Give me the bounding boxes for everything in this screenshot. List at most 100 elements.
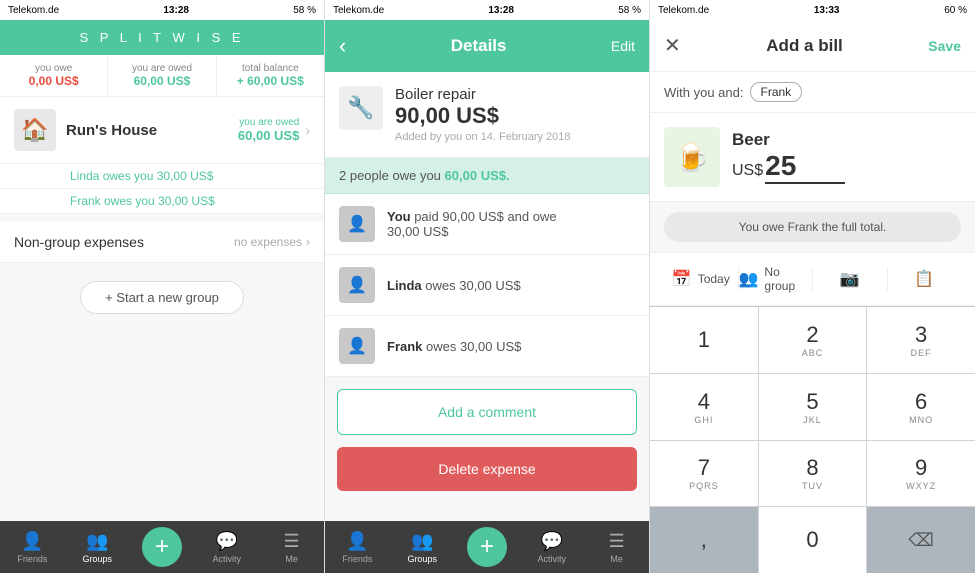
group-item-runs-house[interactable]: 🏠 Run's House you are owed 60,00 US$ › xyxy=(0,97,324,164)
total-balance-cell: total balance + 60,00 US$ xyxy=(217,55,324,96)
nav-me-1[interactable]: ☰ Me xyxy=(259,521,324,573)
person-row-you: 👤 You paid 90,00 US$ and owe30,00 US$ xyxy=(325,194,649,255)
app-name: S P L I T W I S E xyxy=(79,30,244,45)
nav-groups-label-2: Groups xyxy=(407,554,437,564)
camera-meta[interactable]: 📷 xyxy=(813,265,887,293)
numpad-9[interactable]: 9 WXYZ xyxy=(867,441,975,507)
numpad-letters-5: JKL xyxy=(803,415,822,425)
friend-linda: Linda owes you 30,00 US$ xyxy=(0,164,324,189)
friends-icon: 👤 xyxy=(21,531,43,552)
numpad-7[interactable]: 7 PQRS xyxy=(650,441,758,507)
nav-groups-2[interactable]: 👥 Groups xyxy=(390,521,455,573)
save-button[interactable]: Save xyxy=(928,38,961,54)
numpad-1[interactable]: 1 xyxy=(650,307,758,373)
avatar-you: 👤 xyxy=(339,206,375,242)
group-icon: 🏠 xyxy=(14,109,56,151)
friend-frank-amount: 30,00 US$ xyxy=(158,194,215,208)
nav-friends-1[interactable]: 👤 Friends xyxy=(0,521,65,573)
group-right: you are owed 60,00 US$ xyxy=(238,117,299,143)
time-2: 13:28 xyxy=(488,5,514,16)
details-header: ‹ Details Edit xyxy=(325,20,649,72)
numpad-6[interactable]: 6 MNO xyxy=(867,374,975,440)
note-meta[interactable]: 📋 xyxy=(888,265,962,293)
you-owe-label: you owe xyxy=(6,63,101,74)
activity-icon-2: 💬 xyxy=(541,531,563,552)
owed-banner: 2 people owe you 60,00 US$. xyxy=(325,158,649,194)
nav-add-2[interactable]: + xyxy=(455,521,520,573)
you-owe-message: You owe Frank the full total. xyxy=(664,212,961,242)
numpad-backspace[interactable]: ⌫ xyxy=(867,507,975,573)
nav-groups-1[interactable]: 👥 Groups xyxy=(65,521,130,573)
you-are-owed-amount: 60,00 US$ xyxy=(114,74,209,88)
add-comment-button[interactable]: Add a comment xyxy=(337,389,637,435)
add-button-1[interactable]: + xyxy=(142,527,182,567)
numpad-letters-6: MNO xyxy=(909,415,933,425)
chevron-right-icon-2: › xyxy=(306,235,310,249)
numpad-digit-2: 2 xyxy=(806,322,818,348)
person-text-you: You paid 90,00 US$ and owe30,00 US$ xyxy=(387,209,557,239)
person-text-linda: Linda owes 30,00 US$ xyxy=(387,278,521,293)
you-owe-cell: you owe 0,00 US$ xyxy=(0,55,108,96)
balance-row: you owe 0,00 US$ you are owed 60,00 US$ … xyxy=(0,55,324,97)
numpad-digit-comma: , xyxy=(701,527,707,553)
bill-amount-input[interactable] xyxy=(765,150,845,184)
note-icon: 📋 xyxy=(914,269,934,289)
close-button[interactable]: ✕ xyxy=(664,33,681,58)
nav-activity-1[interactable]: 💬 Activity xyxy=(194,521,259,573)
numpad-0[interactable]: 0 xyxy=(759,507,867,573)
nav-me-2[interactable]: ☰ Me xyxy=(584,521,649,573)
panel-add-bill: Telekom.de 13:33 60 % ✕ Add a bill Save … xyxy=(650,0,975,573)
expense-added: Added by you on 14. February 2018 xyxy=(395,131,571,143)
numpad-4[interactable]: 4 GHI xyxy=(650,374,758,440)
friend-linda-amount: 30,00 US$ xyxy=(157,169,214,183)
bottom-nav-1: 👤 Friends 👥 Groups + 💬 Activity ☰ Me xyxy=(0,521,324,573)
bill-content: 🍺 Beer US$ xyxy=(650,113,975,202)
expense-amount: 90,00 US$ xyxy=(395,103,571,129)
numpad-digit-8: 8 xyxy=(806,455,818,481)
nav-friends-label-2: Friends xyxy=(342,554,372,564)
numpad-2[interactable]: 2 ABC xyxy=(759,307,867,373)
group-owed-amount: 60,00 US$ xyxy=(238,128,299,143)
frank-badge[interactable]: Frank xyxy=(750,82,803,102)
new-group-container: + Start a new group xyxy=(0,263,324,332)
nav-me-label-1: Me xyxy=(285,554,298,564)
panel-groups: Telekom.de 13:28 58 % S P L I T W I S E … xyxy=(0,0,325,573)
group-meta[interactable]: 👥 No group xyxy=(739,261,813,297)
back-button[interactable]: ‹ xyxy=(339,33,346,59)
owed-banner-text: 2 people owe you xyxy=(339,168,441,183)
new-group-button[interactable]: + Start a new group xyxy=(80,281,244,314)
meta-row: 📅 Today 👥 No group 📷 📋 xyxy=(650,252,975,306)
edit-button[interactable]: Edit xyxy=(611,38,635,54)
groups-icon-2: 👥 xyxy=(411,531,433,552)
date-meta[interactable]: 📅 Today xyxy=(664,265,738,293)
battery-2: 58 % xyxy=(618,5,641,16)
numpad-letters-4: GHI xyxy=(694,415,713,425)
me-icon: ☰ xyxy=(284,531,300,552)
numpad: 1 2 ABC 3 DEF 4 GHI 5 JKL 6 MNO 7 PQRS 8… xyxy=(650,306,975,573)
bottom-nav-2: 👤 Friends 👥 Groups + 💬 Activity ☰ Me xyxy=(325,521,649,573)
numpad-letters-8: TUV xyxy=(802,481,823,491)
nav-activity-2[interactable]: 💬 Activity xyxy=(519,521,584,573)
carrier-1: Telekom.de xyxy=(8,5,59,16)
nav-groups-label-1: Groups xyxy=(82,554,112,564)
owed-amount: 60,00 US$. xyxy=(445,168,510,183)
numpad-5[interactable]: 5 JKL xyxy=(759,374,867,440)
time-3: 13:33 xyxy=(814,5,840,16)
numpad-digit-0: 0 xyxy=(806,527,818,553)
carrier-3: Telekom.de xyxy=(658,5,709,16)
nav-add-1[interactable]: + xyxy=(130,521,195,573)
non-group-row: Non-group expenses no expenses › xyxy=(0,222,324,263)
battery-1: 58 % xyxy=(293,5,316,16)
delete-expense-button[interactable]: Delete expense xyxy=(337,447,637,491)
status-bar-2: Telekom.de 13:28 58 % xyxy=(325,0,649,20)
nav-friends-2[interactable]: 👤 Friends xyxy=(325,521,390,573)
friend-frank: Frank owes you 30,00 US$ xyxy=(0,189,324,214)
expense-icon: 🔧 xyxy=(339,86,383,130)
add-button-2[interactable]: + xyxy=(467,527,507,567)
add-bill-title: Add a bill xyxy=(766,36,843,56)
numpad-3[interactable]: 3 DEF xyxy=(867,307,975,373)
you-are-owed-cell: you are owed 60,00 US$ xyxy=(108,55,216,96)
numpad-8[interactable]: 8 TUV xyxy=(759,441,867,507)
numpad-comma[interactable]: , xyxy=(650,507,758,573)
nav-activity-label-1: Activity xyxy=(213,554,242,564)
